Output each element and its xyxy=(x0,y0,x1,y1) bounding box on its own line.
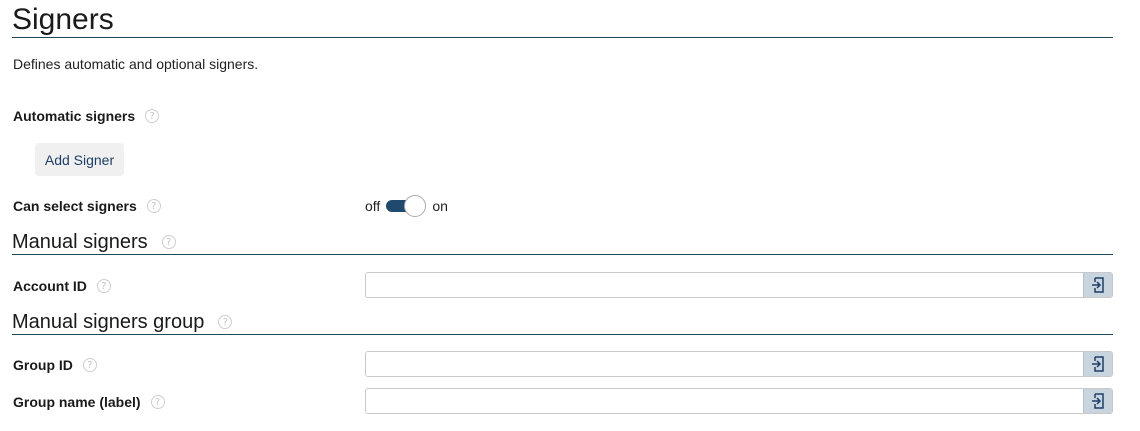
group-id-row: Group ID ? xyxy=(13,356,97,374)
toggle-on-label: on xyxy=(432,198,448,214)
page-description: Defines automatic and optional signers. xyxy=(13,56,259,72)
group-name-select-button[interactable] xyxy=(1083,389,1112,413)
select-entry-icon xyxy=(1092,356,1104,372)
toggle-knob[interactable] xyxy=(404,195,427,217)
group-id-select-button[interactable] xyxy=(1083,352,1112,376)
help-icon[interactable]: ? xyxy=(96,279,111,293)
add-signer-button[interactable]: Add Signer xyxy=(35,143,124,176)
account-id-row: Account ID ? xyxy=(13,277,111,295)
can-select-signers-toggle[interactable]: off on xyxy=(365,195,448,217)
toggle-off-label: off xyxy=(365,198,381,214)
account-id-input[interactable] xyxy=(366,273,1083,297)
group-id-label: Group ID xyxy=(13,357,73,373)
manual-signers-group-title: Manual signers group xyxy=(12,311,205,333)
help-icon[interactable]: ? xyxy=(161,235,176,249)
group-name-label: Group name (label) xyxy=(13,394,141,410)
select-entry-icon xyxy=(1092,393,1104,409)
group-name-input[interactable] xyxy=(366,389,1083,413)
group-id-input[interactable] xyxy=(366,352,1083,376)
help-icon[interactable]: ? xyxy=(218,315,233,329)
manual-signers-title: Manual signers xyxy=(12,231,148,253)
manual-signers-group-heading: Manual signers group ? xyxy=(12,310,233,334)
account-id-label: Account ID xyxy=(13,278,87,294)
account-id-field xyxy=(365,272,1113,298)
manual-signers-divider xyxy=(12,254,1113,255)
automatic-signers-label: Automatic signers xyxy=(13,108,136,124)
can-select-signers-label: Can select signers xyxy=(13,198,137,214)
can-select-signers-row: Can select signers ? xyxy=(13,197,161,215)
title-divider xyxy=(12,37,1113,38)
account-id-select-button[interactable] xyxy=(1083,273,1112,297)
help-icon[interactable]: ? xyxy=(150,395,165,409)
group-name-field xyxy=(365,388,1113,414)
group-name-row: Group name (label) ? xyxy=(13,393,165,411)
automatic-signers-row: Automatic signers ? xyxy=(13,107,160,125)
help-icon[interactable]: ? xyxy=(146,199,161,213)
group-id-field xyxy=(365,351,1113,377)
help-icon[interactable]: ? xyxy=(145,109,160,123)
manual-signers-group-divider xyxy=(12,334,1113,335)
manual-signers-heading: Manual signers ? xyxy=(12,230,176,254)
toggle-switch[interactable] xyxy=(386,195,427,217)
page-title: Signers xyxy=(12,3,114,36)
help-icon[interactable]: ? xyxy=(82,358,97,372)
select-entry-icon xyxy=(1092,277,1104,293)
